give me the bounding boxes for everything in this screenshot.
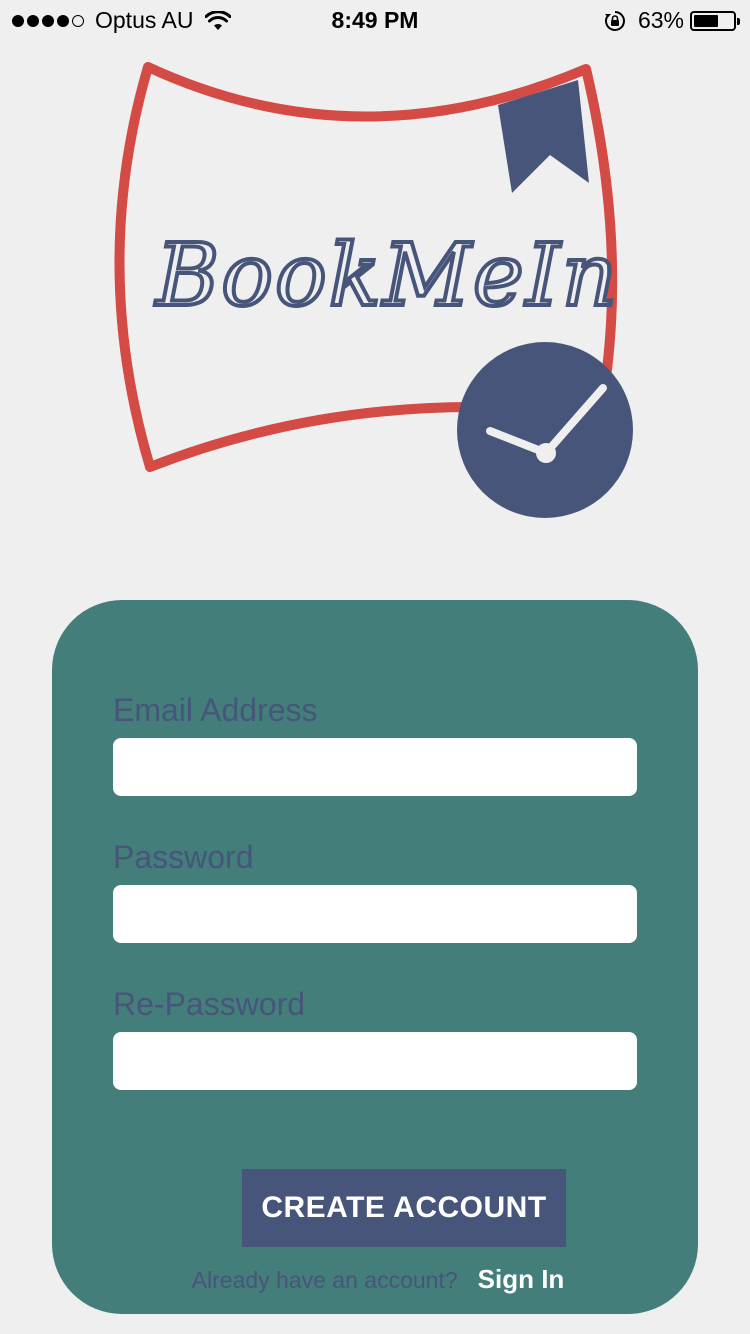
password-label: Password [113, 839, 254, 875]
signal-dots-icon [12, 14, 87, 27]
bookmein-logo: BookMeIn [114, 62, 633, 518]
re-password-label: Re-Password [113, 986, 306, 1022]
signin-row: Already have an account? Sign In [52, 1264, 698, 1295]
rotation-lock-icon [604, 10, 625, 31]
clock-icon [457, 342, 633, 518]
sign-in-link[interactable]: Sign In [478, 1264, 565, 1295]
email-field[interactable] [113, 738, 637, 796]
status-right: 63% [604, 7, 740, 34]
re-password-field[interactable] [113, 1032, 637, 1090]
battery-percent: 63% [637, 7, 684, 33]
battery-fill [694, 14, 718, 27]
wifi-icon [205, 10, 232, 30]
status-bar: Optus AU 8:49 PM 63% [0, 0, 750, 40]
status-left: Optus AU [12, 7, 232, 34]
logo-wordmark: BookMeIn [154, 226, 619, 326]
password-field[interactable] [113, 885, 637, 943]
already-have-account-text: Already have an account? [191, 1267, 458, 1293]
signup-card: Email Address Password Re-Password CREAT… [52, 600, 698, 1314]
carrier-name: Optus AU [95, 7, 194, 33]
email-label: Email Address [113, 692, 318, 728]
create-account-button[interactable]: CREATE ACCOUNT [242, 1169, 566, 1247]
battery-icon [690, 10, 740, 31]
